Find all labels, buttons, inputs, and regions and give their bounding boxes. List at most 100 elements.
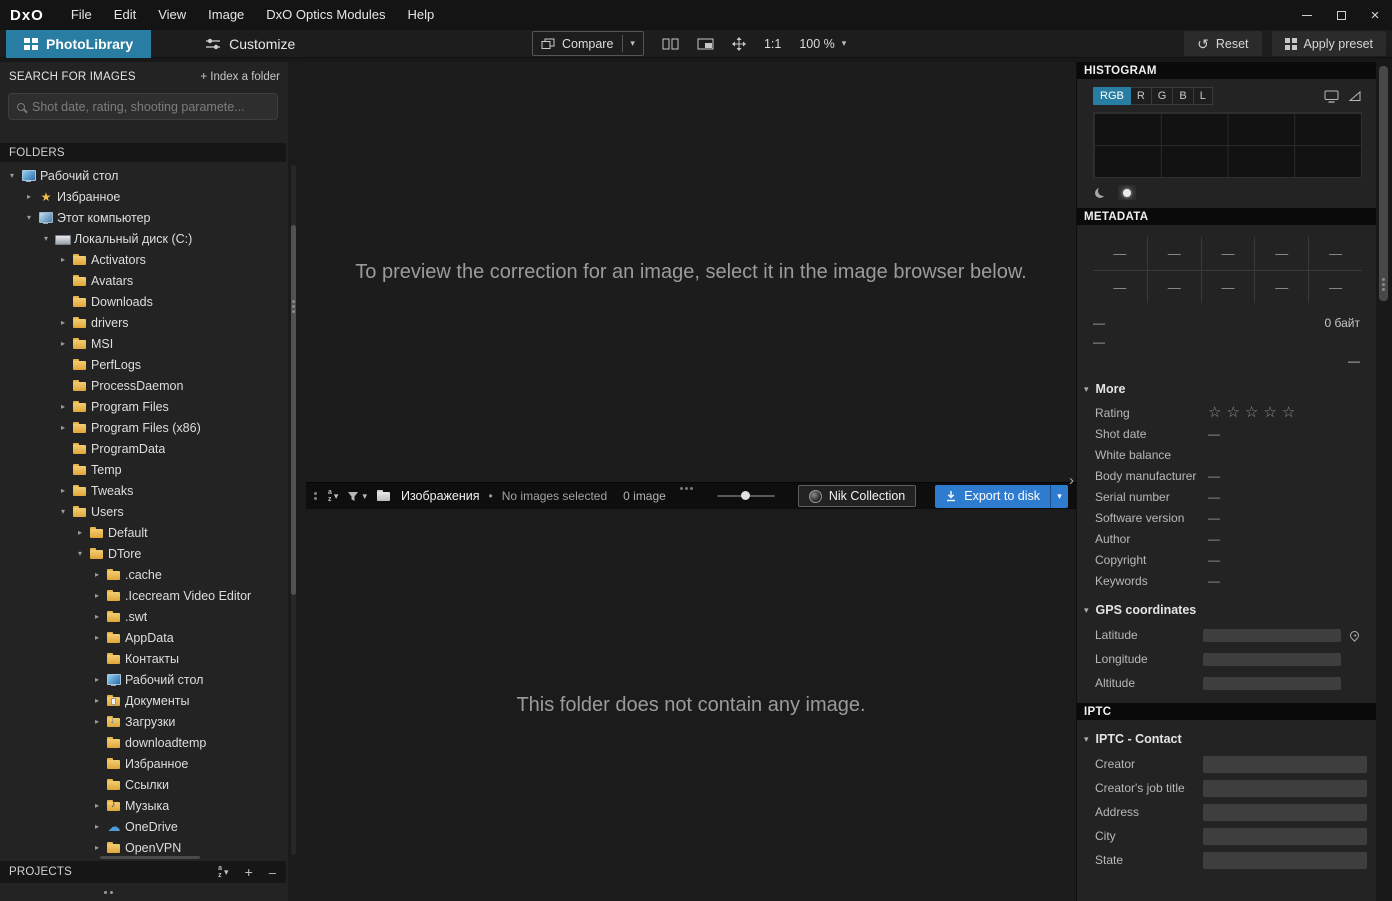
filmstrip-collapse-handle[interactable] <box>680 487 683 490</box>
minimize-button[interactable] <box>1290 0 1324 30</box>
expand-arrow-icon[interactable]: ▸ <box>57 339 69 348</box>
menu-image[interactable]: Image <box>197 0 255 30</box>
expand-arrow-icon[interactable]: ▸ <box>91 717 103 726</box>
folder-tree-item-избранное[interactable]: ▸ ★ Избранное <box>0 186 288 207</box>
folder-tree-item-рабочий-стол[interactable]: ▸ Рабочий стол <box>0 669 288 690</box>
pan-tool-icon[interactable] <box>731 36 746 51</box>
state-input[interactable] <box>1203 851 1367 869</box>
folder-tree-item-users[interactable]: ▾ Users <box>0 501 288 522</box>
left-panel-collapse-handle[interactable] <box>0 883 286 901</box>
search-input[interactable] <box>32 99 269 114</box>
folder-tree-item-avatars[interactable]: Avatars <box>0 270 288 291</box>
add-project-button[interactable]: + <box>245 865 253 879</box>
expand-arrow-icon[interactable]: ▸ <box>91 843 103 852</box>
zoom-level-select[interactable]: 100 % ▾ <box>799 37 846 51</box>
expand-arrow-icon[interactable]: ▸ <box>91 591 103 600</box>
menu-file[interactable]: File <box>60 0 103 30</box>
collapse-arrow-icon[interactable]: ▾ <box>6 171 18 180</box>
export-to-disk-button[interactable]: Export to disk ▾ <box>935 484 1068 508</box>
iptc-contact-section-header[interactable]: ▾ IPTC - Contact <box>1077 720 1376 752</box>
collapse-arrow-icon[interactable]: ▾ <box>74 549 86 558</box>
star-icon[interactable]: ☆ <box>1208 404 1226 421</box>
monitor-icon[interactable] <box>1324 90 1339 103</box>
folder-tree-item-музыка[interactable]: ▸ ♪ Музыка <box>0 795 288 816</box>
collapse-arrow-icon[interactable]: ▾ <box>57 507 69 516</box>
reset-button[interactable]: ↺ Reset <box>1184 31 1262 56</box>
current-folder-name[interactable]: Изображения <box>401 489 480 503</box>
histogram-channel-b[interactable]: B <box>1173 87 1194 105</box>
folder-tree-item-загрузки[interactable]: ▸ ↓ Загрузки <box>0 711 288 732</box>
expand-arrow-icon[interactable]: ▸ <box>57 255 69 264</box>
gps-section-header[interactable]: ▾ GPS coordinates <box>1077 591 1376 623</box>
expand-arrow-icon[interactable]: ▸ <box>91 801 103 810</box>
folder-tree-item-perflogs[interactable]: PerfLogs <box>0 354 288 375</box>
expand-arrow-icon[interactable]: ▸ <box>91 675 103 684</box>
slider-knob[interactable] <box>740 491 750 500</box>
maximize-button[interactable] <box>1324 0 1358 30</box>
folder-tree-item-downloadtemp[interactable]: downloadtemp <box>0 732 288 753</box>
folder-tree-item-downloads[interactable]: Downloads <box>0 291 288 312</box>
folder-tree-item-dtore[interactable]: ▾ DTore <box>0 543 288 564</box>
right-panel-scrollbar[interactable] <box>1376 62 1392 901</box>
star-icon[interactable]: ☆ <box>1263 404 1281 421</box>
collapse-arrow-icon[interactable]: ▾ <box>40 234 52 243</box>
export-options-caret[interactable]: ▾ <box>1050 484 1068 508</box>
expand-arrow-icon[interactable]: ▸ <box>57 486 69 495</box>
filter-button[interactable]: ▾ <box>347 491 367 502</box>
expand-arrow-icon[interactable]: ▸ <box>23 192 35 201</box>
expand-arrow-icon[interactable]: ▸ <box>91 633 103 642</box>
overlay-view-icon[interactable] <box>697 38 714 50</box>
split-view-icon[interactable] <box>662 38 679 50</box>
histogram-channel-rgb[interactable]: RGB <box>1093 87 1131 105</box>
more-section-header[interactable]: ▾ More <box>1077 370 1376 402</box>
city-input[interactable] <box>1203 827 1367 845</box>
expand-arrow-icon[interactable]: ▸ <box>91 612 103 621</box>
folder-tree-item-swt[interactable]: ▸ .swt <box>0 606 288 627</box>
rating-stars[interactable]: ☆☆☆☆☆ <box>1208 403 1300 421</box>
folder-tree-item-activators[interactable]: ▸ Activators <box>0 249 288 270</box>
remove-project-button[interactable]: – <box>269 866 276 879</box>
menu-help[interactable]: Help <box>397 0 446 30</box>
shadow-clipping-icon[interactable] <box>1095 188 1105 198</box>
right-panel-scrollbar-thumb[interactable] <box>1379 66 1388 301</box>
nik-collection-button[interactable]: Nik Collection <box>797 485 917 507</box>
folder-tree-item-appdata[interactable]: ▸ AppData <box>0 627 288 648</box>
folder-tree-item-избранное[interactable]: Избранное <box>0 753 288 774</box>
folder-tree-item-этот-компьютер[interactable]: ▾ Этот компьютер <box>0 207 288 228</box>
left-panel-resize-handle[interactable] <box>292 300 295 303</box>
folder-tree-item-processdaemon[interactable]: ProcessDaemon <box>0 375 288 396</box>
folder-tree-item-cache[interactable]: ▸ .cache <box>0 564 288 585</box>
star-icon[interactable]: ☆ <box>1226 404 1244 421</box>
folder-tree-item-контакты[interactable]: Контакты <box>0 648 288 669</box>
folder-tree-item-tweaks[interactable]: ▸ Tweaks <box>0 480 288 501</box>
expand-arrow-icon[interactable]: ▸ <box>91 696 103 705</box>
star-icon[interactable]: ☆ <box>1245 404 1263 421</box>
altitude-input[interactable] <box>1203 676 1341 690</box>
folder-tree-item-локальный-диск-c[interactable]: ▾ Локальный диск (C:) <box>0 228 288 249</box>
folder-tree-item-temp[interactable]: Temp <box>0 459 288 480</box>
compare-button[interactable]: Compare ▾ <box>532 31 644 56</box>
tree-horizontal-scrollbar-thumb[interactable] <box>100 856 200 859</box>
folder-tree-item-openvpn[interactable]: ▸ OpenVPN <box>0 837 288 858</box>
folder-tree-item-onedrive[interactable]: ▸ ☁ OneDrive <box>0 816 288 837</box>
address-input[interactable] <box>1203 803 1367 821</box>
right-panel-resize-handle[interactable] <box>1382 278 1385 281</box>
histogram-channel-l[interactable]: L <box>1193 87 1213 105</box>
menu-edit[interactable]: Edit <box>103 0 147 30</box>
star-icon[interactable]: ☆ <box>1282 404 1300 421</box>
folder-tree-item-рабочий-стол[interactable]: ▾ Рабочий стол <box>0 165 288 186</box>
menu-dxo-optics-modules[interactable]: DxO Optics Modules <box>255 0 396 30</box>
sort-order-button[interactable]: a z ▾ <box>328 489 338 503</box>
expand-arrow-icon[interactable]: ▸ <box>57 402 69 411</box>
compare-caret-icon[interactable]: ▾ <box>630 38 635 49</box>
folder-tree-item-programdata[interactable]: ProgramData <box>0 438 288 459</box>
expand-arrow-icon[interactable]: ▸ <box>74 528 86 537</box>
tab-photolibrary[interactable]: PhotoLibrary <box>6 29 152 58</box>
zoom-1to1-button[interactable]: 1:1 <box>764 37 781 51</box>
histogram-channel-r[interactable]: R <box>1130 87 1152 105</box>
folder-tree-item-program-files-x86[interactable]: ▸ Program Files (x86) <box>0 417 288 438</box>
apply-preset-button[interactable]: Apply preset <box>1271 31 1386 56</box>
filmstrip-resize-handle[interactable] <box>314 492 317 495</box>
collapse-arrow-icon[interactable]: ▾ <box>23 213 35 222</box>
thumbnail-size-slider[interactable] <box>716 489 775 503</box>
